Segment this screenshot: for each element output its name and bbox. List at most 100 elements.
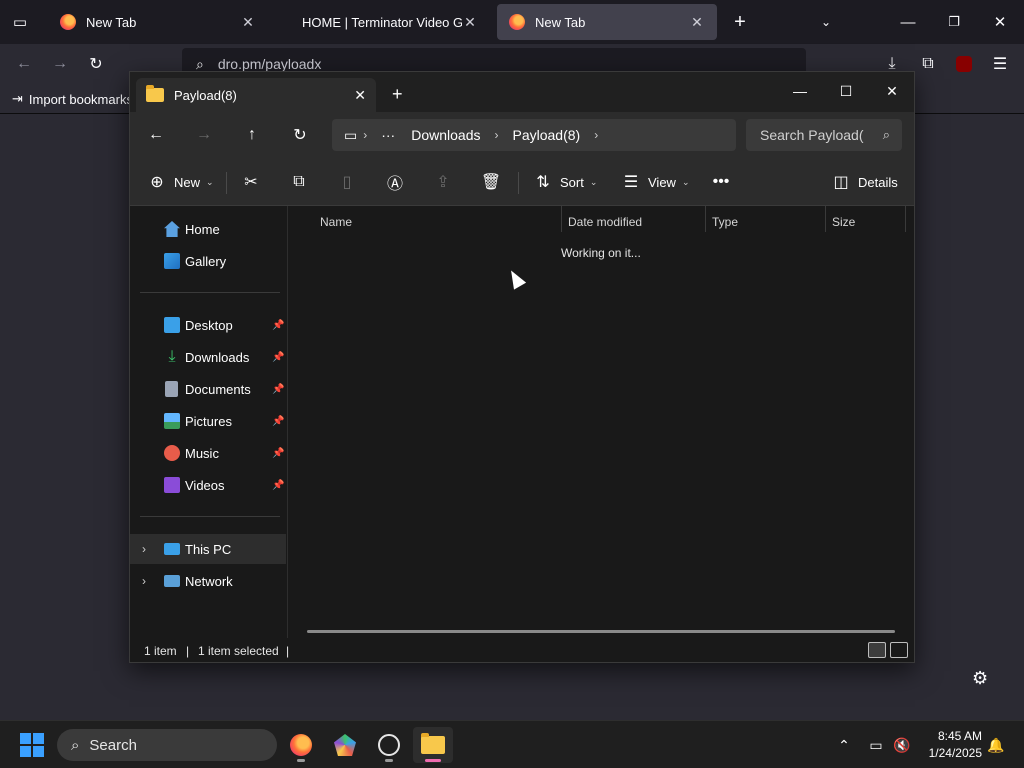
file-list: Name Date modified Type Size Working on …: [289, 206, 914, 638]
cut-button[interactable]: ✂: [240, 168, 262, 196]
column-header-name[interactable]: Name: [320, 208, 352, 236]
address-row: ← → ↑ ↻ ▭ › ··· Downloads › Payload(8) ›…: [130, 112, 914, 158]
close-tab-icon[interactable]: ✕: [240, 14, 256, 31]
breadcrumb-downloads[interactable]: Downloads: [411, 127, 480, 143]
column-divider[interactable]: [561, 206, 562, 232]
sidebar-item-desktop[interactable]: Desktop 📌: [130, 310, 286, 340]
chevron-up-icon[interactable]: ⌃: [834, 735, 854, 755]
menu-icon[interactable]: ☰: [988, 52, 1012, 76]
search-icon: ⌕: [71, 736, 80, 754]
column-divider[interactable]: [825, 206, 826, 232]
chevron-right-icon[interactable]: ›: [142, 574, 146, 588]
back-icon[interactable]: ←: [12, 52, 36, 76]
details-view-icon[interactable]: [868, 642, 886, 658]
browser-tab-1[interactable]: New Tab ✕: [48, 4, 268, 40]
forward-icon[interactable]: →: [48, 52, 72, 76]
taskbar-firefox[interactable]: [281, 727, 321, 763]
gallery-icon: [164, 253, 180, 269]
notification-bell-icon[interactable]: 🔔: [986, 735, 1006, 755]
tab-list-icon[interactable]: ▭: [6, 8, 34, 36]
tiles-view-icon[interactable]: [890, 642, 908, 658]
copy-button[interactable]: ⧉: [288, 168, 310, 196]
browser-tab-bar: ▭ New Tab ✕ HOME | Terminator Video Game…: [0, 0, 1024, 44]
sidebar-item-videos[interactable]: Videos 📌: [130, 470, 286, 500]
close-tab-icon[interactable]: ✕: [354, 87, 366, 104]
sort-label: Sort: [560, 174, 584, 190]
sidebar-item-network[interactable]: › Network: [130, 566, 286, 596]
browser-tab-3[interactable]: New Tab ✕: [497, 4, 717, 40]
new-button[interactable]: ⊕ New ⌄: [146, 168, 213, 196]
close-window-icon[interactable]: ✕: [986, 8, 1014, 36]
column-header-size[interactable]: Size: [832, 208, 855, 236]
sidebar-item-gallery[interactable]: Gallery: [130, 246, 286, 276]
new-tab-icon[interactable]: +: [392, 84, 403, 105]
close-window-icon[interactable]: ✕: [872, 76, 912, 106]
forward-icon[interactable]: →: [188, 120, 220, 150]
paste-button[interactable]: ▯: [336, 168, 358, 196]
share-button[interactable]: ⇪: [432, 168, 454, 196]
overflow-icon[interactable]: ···: [381, 127, 395, 143]
toolbar-divider: [226, 172, 227, 194]
sidebar-item-label: Home: [185, 221, 220, 237]
sidebar-item-music[interactable]: Music 📌: [130, 438, 286, 468]
details-pane-icon: ◫: [833, 174, 849, 191]
close-tab-icon[interactable]: ✕: [689, 14, 705, 31]
details-button[interactable]: ◫ Details: [830, 168, 898, 196]
taskbar-search[interactable]: ⌕ Search: [57, 729, 277, 761]
column-header-type[interactable]: Type: [712, 208, 738, 236]
volume-muted-icon[interactable]: 🔇: [892, 735, 912, 755]
restore-icon[interactable]: ❐: [940, 8, 968, 36]
import-bookmarks-link[interactable]: ⇥ Import bookmarks...: [12, 91, 144, 107]
videos-icon: [164, 477, 180, 493]
sidebar-item-label: Pictures: [185, 413, 232, 429]
maximize-icon[interactable]: ☐: [826, 76, 866, 106]
back-icon[interactable]: ←: [140, 120, 172, 150]
settings-gear-icon[interactable]: ⚙: [972, 668, 988, 689]
minimize-icon[interactable]: —: [894, 8, 922, 36]
chevron-right-icon[interactable]: ›: [142, 542, 146, 556]
delete-button[interactable]: 🗑: [480, 168, 502, 196]
search-input[interactable]: Search Payload( ⌕: [746, 119, 902, 151]
chevron-down-icon[interactable]: ⌄: [812, 8, 840, 36]
extensions-icon[interactable]: ⧉: [916, 52, 940, 76]
tab-title: New Tab: [86, 14, 137, 30]
ublock-icon[interactable]: [952, 52, 976, 76]
minimize-icon[interactable]: —: [780, 76, 820, 106]
column-divider[interactable]: [705, 206, 706, 232]
download-icon: ⤓: [168, 348, 176, 365]
new-tab-icon[interactable]: +: [726, 8, 754, 36]
address-bar[interactable]: ▭ › ··· Downloads › Payload(8) ›: [332, 119, 736, 151]
details-label: Details: [858, 174, 898, 190]
column-divider[interactable]: [905, 206, 906, 232]
close-tab-icon[interactable]: ✕: [462, 14, 478, 31]
network-tray-icon[interactable]: ▭: [866, 735, 886, 755]
taskbar-file-explorer[interactable]: [413, 727, 453, 763]
clock[interactable]: 8:45 AM 1/24/2025: [929, 728, 982, 762]
taskbar-app-polygon[interactable]: [325, 727, 365, 763]
search-placeholder: Search Payload(: [760, 127, 864, 143]
up-icon[interactable]: ↑: [236, 120, 268, 150]
sidebar-item-this-pc[interactable]: › This PC: [130, 534, 286, 564]
sort-button[interactable]: ⇅ Sort ⌄: [532, 168, 597, 196]
tab-title: New Tab: [535, 14, 586, 30]
browser-tab-2[interactable]: HOME | Terminator Video Game ✕: [290, 4, 490, 40]
home-icon: [164, 221, 180, 237]
rename-button[interactable]: Ⓐ: [384, 168, 406, 196]
refresh-icon[interactable]: ↻: [284, 120, 316, 150]
sidebar-item-documents[interactable]: Documents 📌: [130, 374, 286, 404]
horizontal-scrollbar[interactable]: [307, 630, 895, 633]
sidebar-item-pictures[interactable]: Pictures 📌: [130, 406, 286, 436]
reload-icon[interactable]: ↻: [84, 52, 108, 76]
taskbar-obs[interactable]: [369, 727, 409, 763]
start-button[interactable]: [20, 733, 44, 757]
sidebar-item-label: This PC: [185, 541, 232, 557]
view-button[interactable]: ☰ View ⌄: [620, 168, 690, 196]
breadcrumb-payload[interactable]: Payload(8): [513, 127, 581, 143]
chevron-down-icon: ⌄: [589, 176, 598, 187]
column-header-date[interactable]: Date modified: [568, 208, 642, 236]
music-icon: [164, 445, 180, 461]
explorer-tab[interactable]: Payload(8) ✕: [136, 78, 376, 112]
sidebar-item-downloads[interactable]: ⤓ Downloads 📌: [130, 342, 286, 372]
more-options-button[interactable]: •••: [710, 168, 732, 196]
sidebar-item-home[interactable]: Home: [130, 214, 286, 244]
